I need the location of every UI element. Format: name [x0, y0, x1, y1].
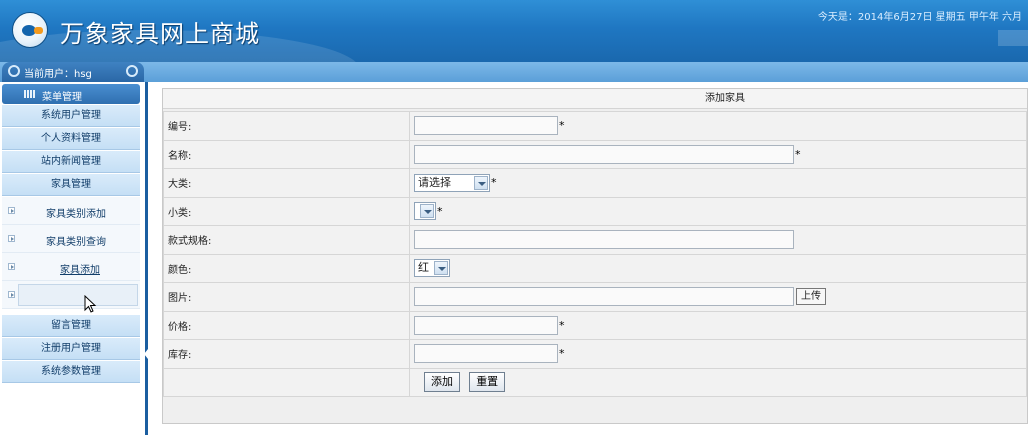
- sidebar-item-furniture[interactable]: 家具管理: [2, 174, 140, 196]
- form-row-actions: 添加 重置: [163, 367, 1027, 397]
- date-line: 今天是：2014年6月27日 星期五 甲午年 六月: [817, 12, 1022, 23]
- current-user-label: 当前用户：hsg: [24, 69, 92, 80]
- form-row-code: 编号: *: [163, 111, 1027, 141]
- category-select[interactable]: 请选择: [414, 173, 490, 192]
- field-label: 编号:: [163, 111, 410, 141]
- form-row-color: 颜色: 红: [163, 253, 1027, 283]
- sidebar-item-system-params[interactable]: 系统参数管理: [2, 361, 140, 383]
- menu-header-label: 菜单管理: [42, 92, 82, 103]
- image-path-input[interactable]: [414, 287, 794, 307]
- form-title: 添加家具: [163, 89, 1027, 109]
- chevron-down-icon: [420, 204, 434, 219]
- sidebar-item-profile[interactable]: 个人资料管理: [2, 128, 140, 150]
- code-input[interactable]: [414, 116, 558, 136]
- name-input[interactable]: [414, 144, 794, 164]
- sidebar-subitem-label: 家具添加: [60, 265, 100, 276]
- bullet-arrow-icon: [8, 263, 15, 270]
- top-bar: 当前用户：hsg: [0, 62, 1028, 82]
- collapse-arrow-icon[interactable]: [144, 349, 148, 359]
- menu-grid-icon: [24, 90, 36, 98]
- bullet-arrow-icon: [8, 235, 15, 242]
- submit-button[interactable]: 添加: [424, 372, 460, 393]
- form-row-category: 大类: 请选择 *: [163, 168, 1027, 198]
- upload-button[interactable]: 上传: [796, 288, 826, 306]
- ring-icon: [8, 65, 20, 77]
- reset-button[interactable]: 重置: [469, 372, 506, 393]
- required-mark: *: [559, 318, 565, 332]
- sidebar-subitem-label: 家具类别查询: [46, 237, 106, 248]
- form-row-name: 名称: *: [163, 139, 1027, 169]
- site-title: 万象家具网上商城: [60, 20, 260, 48]
- sidebar-subitem-furniture-add[interactable]: 家具添加: [2, 253, 140, 281]
- chevron-down-icon: [474, 175, 488, 190]
- ring-icon: [126, 65, 138, 77]
- bullet-arrow-icon: [8, 291, 15, 298]
- category-selected-value: 请选择: [418, 175, 451, 189]
- color-select[interactable]: 红: [414, 259, 450, 278]
- bullet-arrow-icon: [8, 207, 15, 214]
- required-mark: *: [559, 119, 565, 133]
- sidebar-subitem-category-query[interactable]: 家具类别查询: [2, 225, 140, 253]
- sidebar-item-messages[interactable]: 留言管理: [2, 315, 140, 337]
- field-label: 颜色:: [163, 253, 410, 283]
- sidebar-item-news[interactable]: 站内新闻管理: [2, 151, 140, 173]
- form-row-price: 价格: *: [163, 310, 1027, 340]
- required-mark: *: [491, 176, 497, 190]
- chevron-down-icon: [434, 261, 448, 276]
- add-furniture-panel: 添加家具 编号: * 名称: * 大类: 请选择 * 小类: * 款式规格: 颜…: [162, 88, 1028, 424]
- form-row-subcategory: 小类: *: [163, 196, 1027, 226]
- sidebar-item-registered-users[interactable]: 注册用户管理: [2, 338, 140, 360]
- spec-input[interactable]: [414, 230, 794, 250]
- logo-icon: [12, 12, 48, 48]
- field-label: 价格:: [163, 310, 410, 340]
- field-label: 库存:: [163, 339, 410, 369]
- subcategory-select[interactable]: [414, 202, 436, 221]
- field-label: 小类:: [163, 196, 410, 226]
- sidebar-rail: [145, 82, 148, 435]
- required-mark: *: [795, 147, 801, 161]
- form-row-spec: 款式规格:: [163, 225, 1027, 255]
- required-mark: *: [437, 204, 443, 218]
- current-user-bar: 当前用户：hsg: [2, 62, 144, 82]
- color-selected-value: 红: [418, 261, 429, 275]
- form-row-stock: 库存: *: [163, 339, 1027, 369]
- stock-input[interactable]: [414, 344, 558, 364]
- header-glint: [998, 30, 1028, 46]
- main-content: 添加家具 编号: * 名称: * 大类: 请选择 * 小类: * 款式规格: 颜…: [150, 82, 1028, 435]
- field-label: 款式规格:: [163, 225, 410, 255]
- site-header: 万象家具网上商城 今天是：2014年6月27日 星期五 甲午年 六月: [0, 0, 1028, 62]
- required-mark: *: [559, 347, 565, 361]
- menu-header: 菜单管理: [2, 84, 140, 104]
- field-label: 图片:: [163, 282, 410, 312]
- form-row-image: 图片: 上传: [163, 282, 1027, 312]
- sidebar-subitem-furniture-query[interactable]: [2, 281, 140, 309]
- sidebar: 菜单管理 系统用户管理 个人资料管理 站内新闻管理 家具管理 家具类别添加 家具…: [0, 82, 148, 435]
- sidebar-subitem-category-add[interactable]: 家具类别添加: [2, 197, 140, 225]
- add-furniture-form: 编号: * 名称: * 大类: 请选择 * 小类: * 款式规格: 颜色: 红 …: [163, 111, 1027, 397]
- field-label: 大类:: [163, 168, 410, 198]
- sidebar-subitem-label: 家具类别添加: [46, 209, 106, 220]
- field-label: 名称:: [163, 139, 410, 169]
- selected-highlight: [18, 284, 138, 306]
- sidebar-item-system-users[interactable]: 系统用户管理: [2, 105, 140, 127]
- price-input[interactable]: [414, 315, 558, 335]
